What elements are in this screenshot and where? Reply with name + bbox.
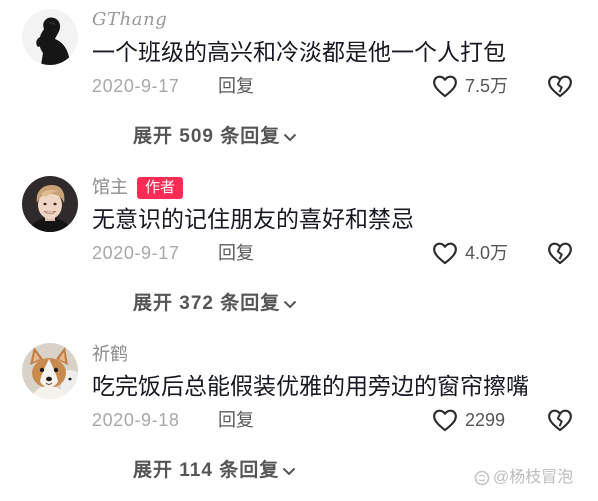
comment-list: GThang 一个班级的高兴和冷淡都是他一个人打包 2020-9-17 回复 7… [0,0,598,500]
expand-replies-label: 展开 509 条回复 [133,126,281,147]
reply-button[interactable]: 回复 [218,74,254,98]
like-count: 7.5万 [465,76,509,96]
expand-replies-label: 展开 372 条回复 [133,293,281,314]
avatar-image [22,9,78,65]
expand-replies-button[interactable]: 展开 509 条回复 [133,125,297,149]
comment-date: 2020-9-18 [92,410,180,430]
reply-button[interactable]: 回复 [218,408,254,432]
expand-replies-label: 展开 114 条回复 [133,460,280,481]
avatar[interactable] [22,176,78,232]
expand-replies-button[interactable]: 展开 114 条回复 [133,459,296,483]
avatar-image [22,343,78,399]
heart-outline-icon [432,408,458,432]
chevron-down-icon [283,133,297,142]
chevron-down-icon [282,467,296,476]
heart-outline-icon [432,74,458,98]
like-count: 4.0万 [465,243,509,263]
comment-item: GThang 一个班级的高兴和冷淡都是他一个人打包 2020-9-17 回复 7… [0,0,598,167]
comment-date: 2020-9-17 [92,243,180,263]
broken-heart-icon[interactable] [547,241,573,265]
avatar-image [22,176,78,232]
like-button[interactable]: 7.5万 [432,73,508,99]
chevron-down-icon [283,300,297,309]
broken-heart-icon[interactable] [547,74,573,98]
avatar[interactable] [22,343,78,399]
watermark: @杨枝冒泡 [474,467,573,489]
like-count: 2299 [465,410,506,430]
comment-text: 无意识的记住朋友的喜好和禁忌 [92,206,414,232]
username[interactable]: 祈鹤 [92,343,128,365]
broken-heart-icon[interactable] [547,408,573,432]
comment-text: 吃完饭后总能假装优雅的用旁边的窗帘擦嘴 [92,373,529,399]
like-button[interactable]: 2299 [432,407,505,433]
heart-outline-icon [432,241,458,265]
comment-item: 馆主 作者 无意识的记住朋友的喜好和禁忌 2020-9-17 回复 4.0万 展… [0,167,598,334]
comment-text: 一个班级的高兴和冷淡都是他一个人打包 [92,39,506,65]
reply-button[interactable]: 回复 [218,241,254,265]
expand-replies-button[interactable]: 展开 372 条回复 [133,292,297,316]
username[interactable]: 馆主 [92,176,128,198]
username[interactable]: GThang [92,9,167,31]
comment-date: 2020-9-17 [92,76,180,96]
author-badge: 作者 [137,177,184,199]
like-button[interactable]: 4.0万 [432,240,508,266]
avatar[interactable] [22,9,78,65]
watermark-logo-icon [474,470,490,486]
watermark-text: @杨枝冒泡 [493,469,574,486]
